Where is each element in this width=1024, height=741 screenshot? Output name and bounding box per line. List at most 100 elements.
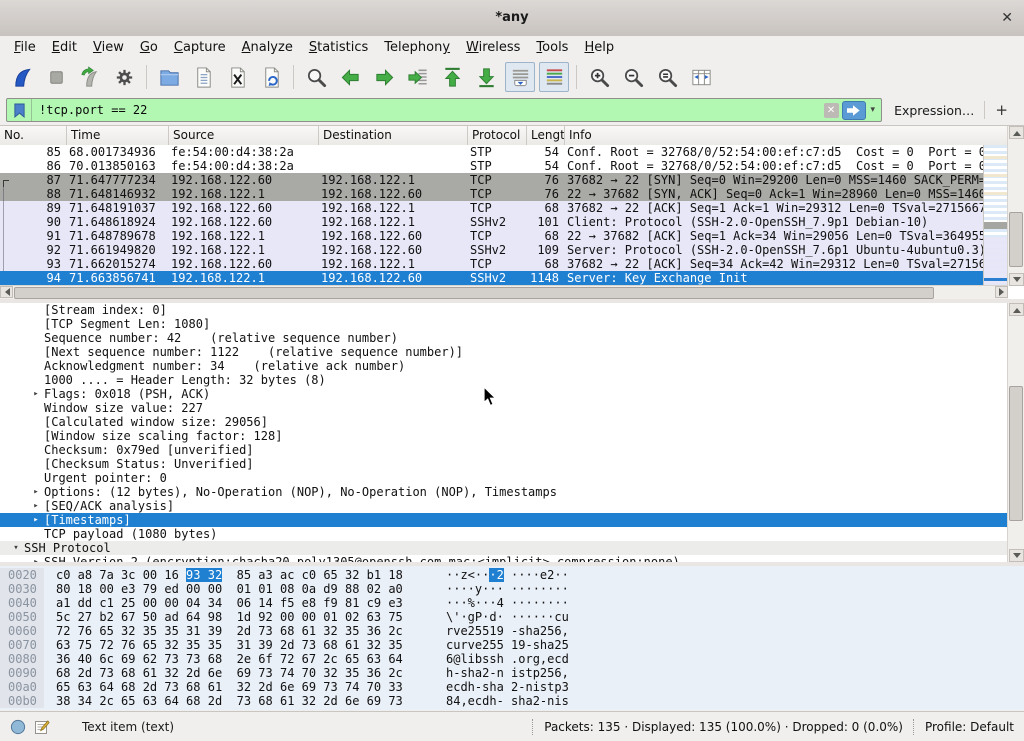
detail-line[interactable]: Checksum: 0x79ed [unverified] [0,443,1008,457]
capture-options-button[interactable] [109,62,139,92]
packet-list-minimap[interactable] [983,145,1008,285]
auto-scroll-button[interactable] [505,62,535,92]
hex-row-0030[interactable]: 003080 18 00 e3 79 ed 00 00 01 01 08 0a … [0,582,1024,596]
column-header-no[interactable]: No. [0,126,67,145]
column-header-source[interactable]: Source [169,126,319,145]
file-close-button[interactable] [222,62,252,92]
file-save-button[interactable] [188,62,218,92]
menu-tools[interactable]: Tools [528,38,576,57]
profile-label[interactable]: Profile: Default [925,720,1014,734]
add-filter-button[interactable]: + [985,101,1018,119]
menu-wireless[interactable]: Wireless [458,38,528,57]
go-first-button[interactable] [437,62,467,92]
packet-row-90[interactable]: 9071.648618924192.168.122.60192.168.122.… [0,215,984,229]
expander-icon[interactable]: ▸ [28,485,44,499]
capture-stop-button[interactable] [41,62,71,92]
packet-row-86[interactable]: 8670.013850163fe:54:00:d4:38:2aSTP54Conf… [0,159,984,173]
detail-line[interactable]: [Next sequence number: 1122 (relative se… [0,345,1008,359]
zoom-in-button[interactable] [584,62,614,92]
zoom-out-button[interactable] [618,62,648,92]
colorize-button[interactable] [539,62,569,92]
detail-line[interactable]: [TCP Segment Len: 1080] [0,317,1008,331]
zoom-original-button[interactable] [652,62,682,92]
file-open-button[interactable] [154,62,184,92]
details-vscrollbar[interactable] [1007,303,1024,562]
filter-dropdown-caret[interactable]: ▾ [869,105,878,115]
detail-line[interactable]: ▸SSH Version 2 (encryption:chacha20-poly… [0,555,1008,562]
hex-row-0020[interactable]: 0020c0 a8 7a 3c 00 16 93 32 85 a3 ac c0 … [0,568,1024,582]
menu-analyze[interactable]: Analyze [234,38,301,57]
find-packet-button[interactable] [301,62,331,92]
scroll-left-button[interactable] [0,286,13,298]
detail-line[interactable]: TCP payload (1080 bytes) [0,527,1008,541]
packet-row-91[interactable]: 9171.648789678192.168.122.1192.168.122.6… [0,229,984,243]
vscroll-thumb[interactable] [1009,212,1023,266]
expert-info-icon[interactable] [10,719,26,735]
capture-start-button[interactable] [7,62,37,92]
detail-line[interactable]: Sequence number: 42 (relative sequence n… [0,331,1008,345]
column-header-destination[interactable]: Destination [319,126,468,145]
menu-view[interactable]: View [85,38,132,57]
expander-icon[interactable]: ▸ [28,499,44,513]
hex-row-0060[interactable]: 006072 76 65 32 35 35 31 39 2d 73 68 61 … [0,624,1024,638]
expander-icon[interactable]: ▸ [28,555,44,562]
detail-line[interactable]: ▸[Timestamps] [0,513,1008,527]
filter-clear-button[interactable]: ✕ [824,103,839,118]
hex-row-0090[interactable]: 009068 2d 73 68 61 32 2d 6e 69 73 74 70 … [0,666,1024,680]
detail-line[interactable]: Urgent pointer: 0 [0,471,1008,485]
menu-edit[interactable]: Edit [44,38,85,57]
packet-row-89[interactable]: 8971.648191037192.168.122.60192.168.122.… [0,201,984,215]
expander-icon[interactable]: ▾ [8,541,24,555]
display-filter-input[interactable]: !tcp.port == 22 ✕ ▾ [6,98,882,122]
go-to-packet-button[interactable] [403,62,433,92]
hscroll-thumb[interactable] [14,287,934,299]
menu-statistics[interactable]: Statistics [301,38,376,57]
expression-button[interactable]: Expression… [882,103,984,118]
menu-go[interactable]: Go [132,38,166,57]
packet-row-87[interactable]: 8771.647777234192.168.122.60192.168.122.… [0,173,984,187]
packet-row-93[interactable]: 9371.662015274192.168.122.60192.168.122.… [0,257,984,271]
column-header-protocol[interactable]: Protocol [468,126,527,145]
column-header-length[interactable]: Length [527,126,565,145]
details-scroll-up-button[interactable] [1009,303,1024,316]
resize-columns-button[interactable] [686,62,716,92]
details-scroll-down-button[interactable] [1009,549,1024,562]
detail-line[interactable]: [Stream index: 0] [0,303,1008,317]
close-button[interactable]: ✕ [1001,0,1013,36]
capture-comment-icon[interactable] [34,719,50,735]
hex-row-00a0[interactable]: 00a065 63 64 68 2d 73 68 61 32 2d 6e 69 … [0,680,1024,694]
hex-row-0050[interactable]: 00505c 27 b2 67 50 ad 64 98 1d 92 00 00 … [0,610,1024,624]
filter-bookmark-icon[interactable] [7,99,32,121]
details-vscroll-thumb[interactable] [1009,386,1023,521]
detail-line[interactable]: ▸Options: (12 bytes), No-Operation (NOP)… [0,485,1008,499]
packet-row-94[interactable]: 9471.663856741192.168.122.1192.168.122.6… [0,271,984,285]
go-back-button[interactable] [335,62,365,92]
expander-icon[interactable]: ▸ [28,387,44,401]
hex-row-00b0[interactable]: 00b038 34 2c 65 63 64 68 2d 73 68 61 32 … [0,694,1024,708]
detail-line[interactable]: ▸Flags: 0x018 (PSH, ACK) [0,387,1008,401]
detail-line[interactable]: [Window size scaling factor: 128] [0,429,1008,443]
packet-list-hscrollbar[interactable] [0,285,1008,300]
expander-icon[interactable]: ▸ [28,513,44,527]
packet-row-88[interactable]: 8871.648146932192.168.122.1192.168.122.6… [0,187,984,201]
column-header-info[interactable]: Info [565,126,1008,145]
detail-line[interactable]: [Calculated window size: 29056] [0,415,1008,429]
scroll-down-button[interactable] [1009,273,1024,286]
capture-restart-button[interactable] [75,62,105,92]
detail-line[interactable]: Window size value: 227 [0,401,1008,415]
packet-list-vscrollbar[interactable] [1007,126,1024,286]
hex-row-0040[interactable]: 0040a1 dd c1 25 00 00 04 34 06 14 f5 e8 … [0,596,1024,610]
packet-row-92[interactable]: 9271.661949820192.168.122.1192.168.122.6… [0,243,984,257]
menu-capture[interactable]: Capture [166,38,234,57]
detail-line[interactable]: [Checksum Status: Unverified] [0,457,1008,471]
scroll-up-button[interactable] [1009,126,1024,139]
packet-row-85[interactable]: 8568.001734936fe:54:00:d4:38:2aSTP54Conf… [0,145,984,159]
column-header-time[interactable]: Time [67,126,169,145]
menu-help[interactable]: Help [576,38,622,57]
go-last-button[interactable] [471,62,501,92]
detail-line[interactable]: Acknowledgment number: 34 (relative ack … [0,359,1008,373]
go-forward-button[interactable] [369,62,399,92]
filter-apply-button[interactable] [842,101,866,120]
file-reload-button[interactable] [256,62,286,92]
hex-row-0080[interactable]: 008036 40 6c 69 62 73 73 68 2e 6f 72 67 … [0,652,1024,666]
